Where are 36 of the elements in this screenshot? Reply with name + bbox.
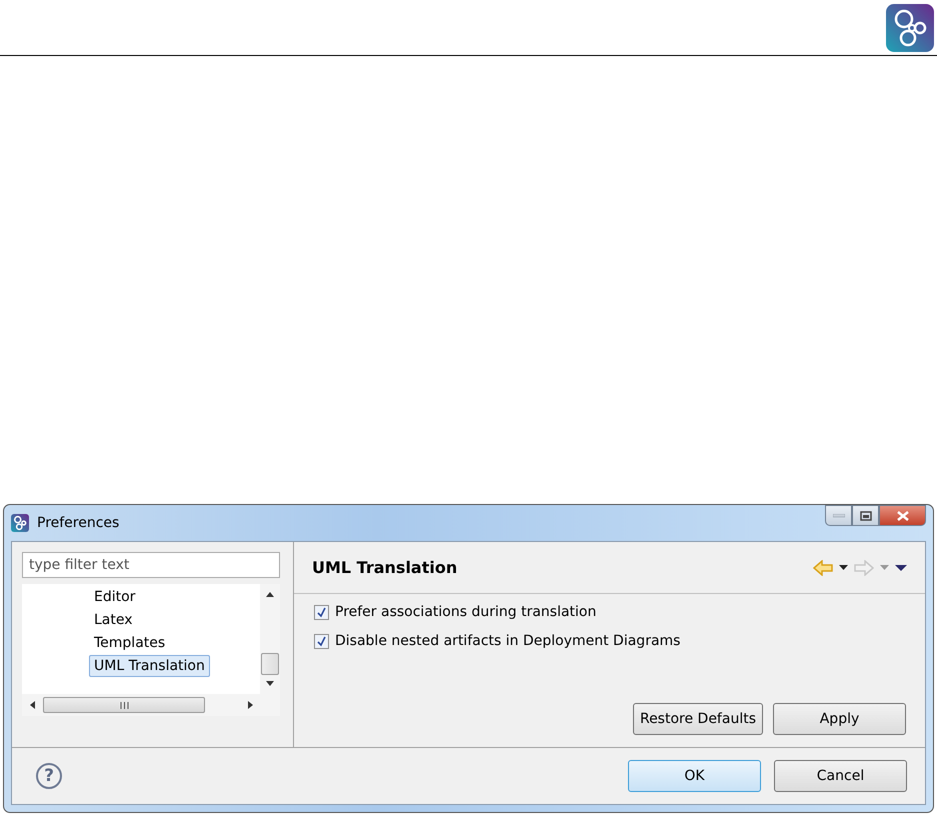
page-title: UML Translation: [312, 558, 458, 577]
maximize-button[interactable]: [852, 505, 879, 526]
back-arrow-icon[interactable]: [813, 560, 833, 576]
vertical-scrollbar[interactable]: [260, 584, 280, 694]
tree-item[interactable]: Latex: [89, 609, 138, 631]
option-label: Disable nested artifacts in Deployment Diagrams: [335, 633, 680, 649]
app-logo-icon: [11, 514, 29, 532]
scroll-right-icon: [248, 701, 253, 709]
scroll-thumb[interactable]: [261, 653, 279, 675]
option-label: Prefer associations during translation: [335, 604, 596, 620]
help-button[interactable]: ?: [36, 763, 62, 789]
dialog-button[interactable]: OK: [628, 760, 761, 792]
scroll-down-icon: [266, 681, 274, 686]
close-icon: [896, 510, 908, 520]
scroll-left-icon: [30, 701, 35, 709]
grip-icon: [120, 702, 128, 708]
minimize-button[interactable]: [825, 505, 852, 526]
dialog-button[interactable]: Cancel: [774, 760, 907, 792]
window-title: Preferences: [37, 515, 120, 531]
tree-item[interactable]: UML Translation: [89, 655, 210, 677]
scroll-thumb[interactable]: [43, 697, 205, 713]
app-logo-icon: [886, 4, 934, 52]
checkbox[interactable]: [314, 634, 329, 648]
menu-icon[interactable]: [895, 564, 907, 570]
tree-item[interactable]: Templates: [89, 632, 170, 654]
minimize-icon: [832, 514, 844, 518]
maximize-icon: [860, 510, 872, 520]
horizontal-scrollbar[interactable]: [22, 694, 280, 716]
page-button[interactable]: Restore Defaults: [632, 703, 763, 735]
dropdown-icon[interactable]: [839, 565, 848, 570]
close-button[interactable]: [879, 505, 926, 526]
tree-item[interactable]: Editor: [89, 586, 140, 608]
checkbox[interactable]: [314, 604, 329, 620]
filter-field[interactable]: type filter text: [22, 552, 280, 578]
scroll-up-icon: [266, 592, 274, 597]
page-button[interactable]: Apply: [773, 703, 906, 735]
